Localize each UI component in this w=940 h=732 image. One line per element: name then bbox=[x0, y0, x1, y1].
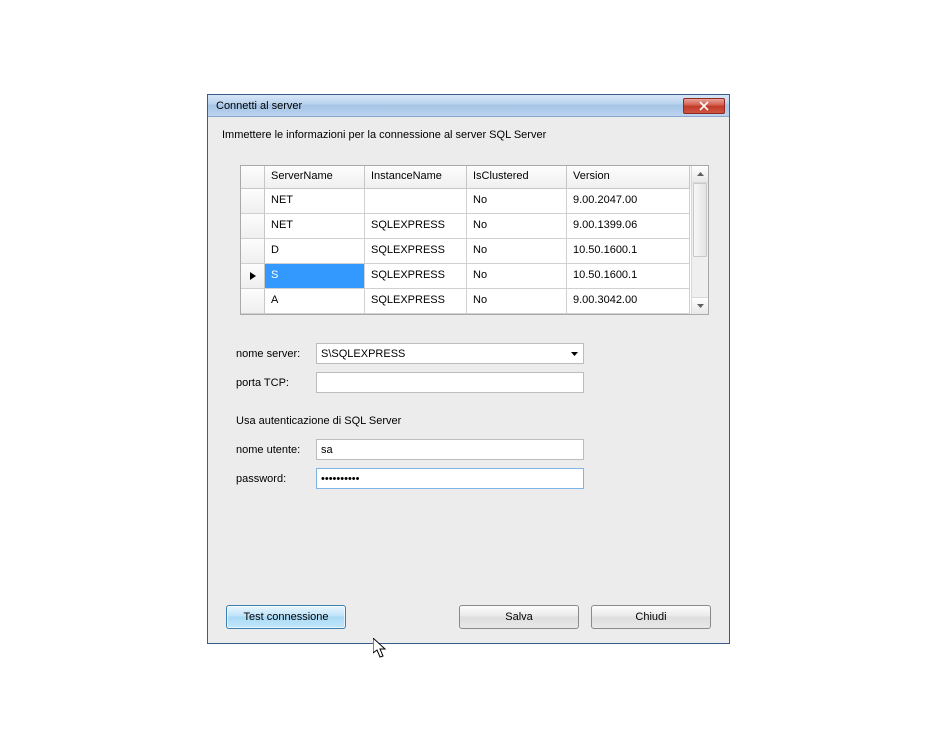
scroll-track[interactable] bbox=[692, 183, 708, 297]
servers-grid[interactable]: ServerName InstanceName IsClustered Vers… bbox=[240, 165, 709, 315]
tcp-port-label: porta TCP: bbox=[236, 377, 316, 389]
table-row[interactable]: ASQLEXPRESSNo9.00.3042.00 bbox=[241, 289, 691, 314]
row-selector[interactable] bbox=[241, 214, 265, 239]
cell-servername[interactable]: A bbox=[265, 289, 365, 314]
test-connection-button[interactable]: Test connessione bbox=[226, 605, 346, 629]
cell-isclustered[interactable]: No bbox=[467, 264, 567, 289]
password-input[interactable] bbox=[316, 468, 584, 489]
tcp-port-input[interactable] bbox=[316, 372, 584, 393]
grid-header-selector[interactable] bbox=[241, 166, 265, 189]
cell-isclustered[interactable]: No bbox=[467, 239, 567, 264]
current-row-indicator-icon bbox=[250, 272, 256, 280]
col-header-isclustered[interactable]: IsClustered bbox=[467, 166, 567, 189]
chevron-up-icon bbox=[697, 172, 704, 176]
grid-vertical-scrollbar[interactable] bbox=[691, 166, 708, 314]
row-selector[interactable] bbox=[241, 189, 265, 214]
grid-header-row: ServerName InstanceName IsClustered Vers… bbox=[241, 166, 691, 189]
row-selector[interactable] bbox=[241, 289, 265, 314]
cell-servername[interactable]: S bbox=[265, 264, 365, 289]
cell-isclustered[interactable]: No bbox=[467, 289, 567, 314]
col-header-instancename[interactable]: InstanceName bbox=[365, 166, 467, 189]
cell-servername[interactable]: NET bbox=[265, 189, 365, 214]
col-header-version[interactable]: Version bbox=[567, 166, 690, 189]
cell-version[interactable]: 10.50.1600.1 bbox=[567, 264, 690, 289]
cell-servername[interactable]: D bbox=[265, 239, 365, 264]
cell-instancename[interactable]: SQLEXPRESS bbox=[365, 289, 467, 314]
buttons-row: Test connessione Salva Chiudi bbox=[222, 605, 715, 629]
table-row[interactable]: DSQLEXPRESSNo10.50.1600.1 bbox=[241, 239, 691, 264]
cell-isclustered[interactable]: No bbox=[467, 214, 567, 239]
scroll-up-button[interactable] bbox=[692, 166, 708, 183]
username-input[interactable] bbox=[316, 439, 584, 460]
row-selector[interactable] bbox=[241, 264, 265, 289]
close-button[interactable] bbox=[683, 98, 725, 114]
table-row[interactable]: NETSQLEXPRESSNo9.00.1399.06 bbox=[241, 214, 691, 239]
table-row[interactable]: NET No9.00.2047.00 bbox=[241, 189, 691, 214]
window-title: Connetti al server bbox=[216, 100, 302, 112]
cell-version[interactable]: 9.00.2047.00 bbox=[567, 189, 690, 214]
cell-servername[interactable]: NET bbox=[265, 214, 365, 239]
cell-version[interactable]: 9.00.3042.00 bbox=[567, 289, 690, 314]
col-header-servername[interactable]: ServerName bbox=[265, 166, 365, 189]
auth-section-label: Usa autenticazione di SQL Server bbox=[236, 415, 715, 427]
cell-isclustered[interactable]: No bbox=[467, 189, 567, 214]
server-name-combo[interactable]: S\SQLEXPRESS bbox=[316, 343, 584, 364]
cell-instancename[interactable]: SQLEXPRESS bbox=[365, 239, 467, 264]
connect-server-dialog: Connetti al server Immettere le informaz… bbox=[207, 94, 730, 644]
combo-dropdown-button[interactable] bbox=[566, 344, 583, 363]
titlebar[interactable]: Connetti al server bbox=[208, 95, 729, 117]
scroll-down-button[interactable] bbox=[692, 297, 708, 314]
row-selector[interactable] bbox=[241, 239, 265, 264]
dialog-body: Immettere le informazioni per la conness… bbox=[208, 117, 729, 643]
close-icon bbox=[699, 101, 709, 111]
cell-version[interactable]: 9.00.1399.06 bbox=[567, 214, 690, 239]
chevron-down-icon bbox=[571, 352, 578, 356]
save-button[interactable]: Salva bbox=[459, 605, 579, 629]
cell-instancename[interactable]: SQLEXPRESS bbox=[365, 214, 467, 239]
server-name-label: nome server: bbox=[236, 348, 316, 360]
server-name-value: S\SQLEXPRESS bbox=[317, 346, 566, 362]
username-label: nome utente: bbox=[236, 444, 316, 456]
close-dialog-button[interactable]: Chiudi bbox=[591, 605, 711, 629]
password-label: password: bbox=[236, 473, 316, 485]
cell-instancename[interactable]: SQLEXPRESS bbox=[365, 264, 467, 289]
cell-version[interactable]: 10.50.1600.1 bbox=[567, 239, 690, 264]
instruction-text: Immettere le informazioni per la conness… bbox=[222, 129, 715, 141]
cell-instancename[interactable] bbox=[365, 189, 467, 214]
table-row[interactable]: SSQLEXPRESSNo10.50.1600.1 bbox=[241, 264, 691, 289]
scroll-thumb[interactable] bbox=[693, 183, 707, 257]
chevron-down-icon bbox=[697, 304, 704, 308]
